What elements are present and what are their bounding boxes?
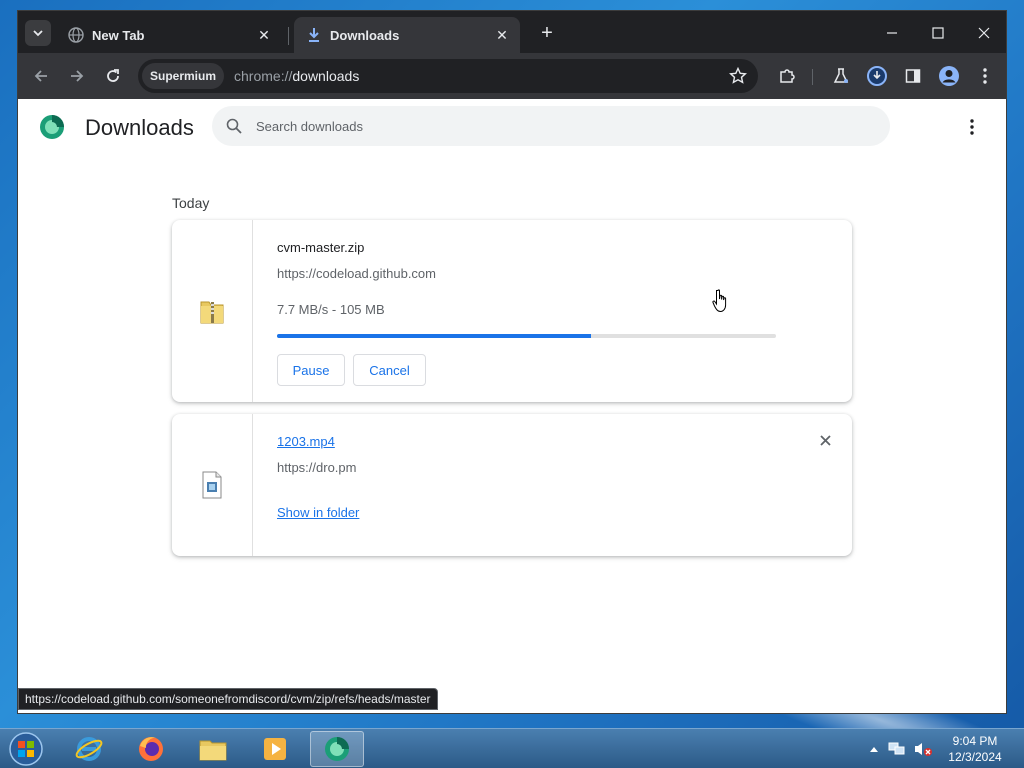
- globe-icon: [68, 27, 84, 43]
- download-item-completed: 1203.mp4 https://dro.pm Show in folder: [172, 414, 852, 556]
- download-icon: [306, 27, 322, 43]
- downloads-button[interactable]: [864, 63, 890, 89]
- windows-orb-icon: [9, 732, 43, 766]
- taskbar-media-player[interactable]: [248, 731, 302, 767]
- chevron-down-icon: [33, 30, 43, 37]
- tab-strip: New Tab ✕ Downloads ✕ +: [18, 11, 1006, 53]
- reload-button[interactable]: [100, 63, 126, 89]
- internet-explorer-icon: [75, 737, 103, 761]
- origin-chip[interactable]: Supermium: [142, 63, 225, 89]
- arrow-right-icon: [71, 70, 84, 82]
- close-icon: [978, 27, 990, 39]
- network-icon: [888, 742, 905, 755]
- url-host: downloads: [292, 68, 360, 84]
- downloads-header: Downloads: [18, 99, 1006, 159]
- volume-tray-icon[interactable]: [912, 729, 934, 768]
- taskbar-file-explorer[interactable]: [186, 731, 240, 767]
- taskbar-supermium[interactable]: [310, 731, 364, 767]
- supermium-icon: [325, 737, 349, 761]
- forward-button[interactable]: [64, 63, 90, 89]
- download-progress-bar: [277, 334, 776, 338]
- date-section-label: Today: [172, 195, 210, 211]
- search-input[interactable]: [256, 118, 816, 134]
- pause-button[interactable]: Pause: [277, 354, 345, 386]
- firefox-icon: [139, 737, 163, 761]
- back-button[interactable]: [28, 63, 54, 89]
- show-in-folder-link[interactable]: Show in folder: [277, 505, 359, 520]
- close-icon[interactable]: ✕: [494, 27, 510, 43]
- side-panel-icon: [905, 69, 921, 83]
- browser-menu-button[interactable]: [972, 63, 998, 89]
- puzzle-icon: [780, 69, 795, 83]
- file-icon-column: [172, 220, 253, 402]
- media-player-icon: [264, 738, 286, 760]
- video-file-icon: [202, 471, 222, 499]
- downloads-page: Downloads Today cvm-master.zip https://c…: [18, 99, 1006, 713]
- hand-cursor-icon: [712, 289, 727, 313]
- maximize-icon: [932, 27, 944, 39]
- taskbar: 9:04 PM 12/3/2024: [0, 728, 1024, 768]
- browser-toolbar: Supermium chrome://downloads: [18, 53, 1006, 99]
- reload-icon: [107, 69, 119, 82]
- avatar-icon: [939, 66, 959, 86]
- taskbar-firefox[interactable]: [124, 731, 178, 767]
- supermium-logo-icon: [38, 113, 66, 141]
- file-source-url: https://codeload.github.com: [277, 266, 436, 281]
- taskbar-internet-explorer[interactable]: [62, 731, 116, 767]
- toolbar-divider: [812, 69, 813, 85]
- download-progress-fill: [277, 334, 592, 338]
- new-tab-button[interactable]: +: [536, 22, 558, 44]
- file-name: cvm-master.zip: [277, 240, 365, 255]
- page-more-options-button[interactable]: [962, 115, 982, 139]
- browser-window: New Tab ✕ Downloads ✕ + Supermium chrome…: [17, 10, 1007, 714]
- arrow-left-icon: [34, 70, 47, 82]
- more-vert-icon: [970, 119, 974, 135]
- tab-separator: [288, 27, 289, 45]
- system-clock[interactable]: 9:04 PM 12/3/2024: [940, 733, 1010, 765]
- tab-downloads[interactable]: Downloads ✕: [294, 17, 520, 53]
- url-text[interactable]: chrome://downloads: [234, 68, 359, 84]
- close-icon[interactable]: ✕: [256, 27, 272, 43]
- show-hidden-icons-button[interactable]: [866, 729, 882, 768]
- tab-search-button[interactable]: [25, 20, 51, 46]
- tab-new-tab[interactable]: New Tab ✕: [56, 17, 282, 53]
- clock-date: 12/3/2024: [948, 750, 1002, 764]
- volume-muted-icon: [915, 743, 932, 756]
- maximize-button[interactable]: [916, 19, 960, 47]
- search-field[interactable]: [212, 106, 890, 146]
- url-scheme: chrome://: [234, 68, 293, 84]
- remove-from-list-button[interactable]: [817, 432, 833, 448]
- profile-button[interactable]: [936, 63, 962, 89]
- bookmark-star-icon[interactable]: [728, 66, 748, 86]
- download-item-in-progress: cvm-master.zip https://codeload.github.c…: [172, 220, 852, 402]
- more-vert-icon: [983, 68, 987, 84]
- clock-time: 9:04 PM: [952, 734, 998, 748]
- chevron-up-icon: [870, 747, 878, 752]
- zip-folder-icon: [200, 301, 224, 324]
- folder-icon: [199, 740, 227, 761]
- network-tray-icon[interactable]: [886, 729, 908, 768]
- window-close-button[interactable]: [962, 19, 1006, 47]
- search-icon: [224, 116, 244, 136]
- extensions-button[interactable]: [774, 63, 800, 89]
- start-button[interactable]: [6, 730, 46, 768]
- page-title: Downloads: [85, 115, 194, 140]
- file-source-url: https://dro.pm: [277, 460, 357, 475]
- address-bar[interactable]: Supermium chrome://downloads: [138, 59, 758, 93]
- file-icon-column: [172, 414, 253, 556]
- download-status: 7.7 MB/s - 105 MB: [277, 302, 385, 317]
- minimize-button[interactable]: [870, 19, 914, 47]
- tab-title: New Tab: [92, 27, 145, 43]
- close-icon: [819, 434, 831, 446]
- flask-icon: [833, 68, 849, 83]
- labs-button[interactable]: [828, 63, 854, 89]
- download-progress-icon: [867, 66, 887, 86]
- file-name-link[interactable]: 1203.mp4: [277, 434, 335, 449]
- side-panel-button[interactable]: [900, 63, 926, 89]
- link-status-bubble: https://codeload.github.com/someonefromd…: [18, 688, 438, 710]
- cancel-button[interactable]: Cancel: [353, 354, 426, 386]
- minimize-icon: [887, 32, 897, 34]
- tab-title: Downloads: [330, 27, 400, 43]
